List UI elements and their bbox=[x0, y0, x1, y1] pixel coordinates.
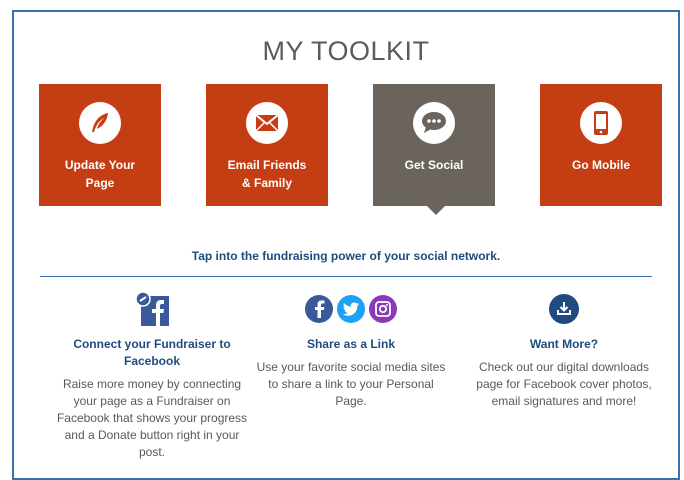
page-title: MY TOOLKIT bbox=[262, 36, 430, 66]
facebook-link-icon[interactable] bbox=[135, 291, 169, 326]
mobile-phone-icon bbox=[580, 102, 622, 144]
facebook-icon[interactable] bbox=[305, 295, 333, 323]
twitter-icon[interactable] bbox=[337, 295, 365, 323]
share-as-link-section: Share as a Link Use your favorite social… bbox=[251, 292, 451, 410]
tile-get-social[interactable]: Get Social bbox=[373, 84, 495, 206]
tile-email-friends[interactable]: Email Friends & Family bbox=[206, 84, 328, 206]
toolkit-panel: MY TOOLKIT Update Your Page Email Friend… bbox=[12, 10, 680, 480]
divider bbox=[40, 276, 652, 277]
connect-facebook-section: Connect your Fundraiser to Facebook Rais… bbox=[52, 291, 252, 461]
section-text: Use your favorite social media sites to … bbox=[256, 360, 446, 408]
section-title: Share as a Link bbox=[306, 337, 396, 351]
tile-label: Email Friends & Family bbox=[227, 158, 307, 190]
tile-label: Go Mobile bbox=[572, 158, 630, 172]
want-more-section: Want More? Check out our digital downloa… bbox=[464, 292, 664, 410]
envelope-icon bbox=[246, 102, 288, 144]
download-icon[interactable] bbox=[549, 294, 579, 324]
instagram-icon[interactable] bbox=[369, 295, 397, 323]
tile-update-your-page[interactable]: Update Your Page bbox=[39, 84, 161, 206]
quill-icon bbox=[79, 102, 121, 144]
tile-label: Get Social bbox=[404, 158, 464, 172]
chat-bubble-icon bbox=[413, 102, 455, 144]
section-title: Want More? bbox=[529, 337, 599, 351]
section-title: Connect your Fundraiser to Facebook bbox=[73, 337, 231, 368]
tile-go-mobile[interactable]: Go Mobile bbox=[540, 84, 662, 206]
section-tagline: Tap into the fundraising power of your s… bbox=[191, 249, 501, 263]
active-tile-pointer bbox=[427, 206, 445, 215]
section-text: Raise more money by connecting your page… bbox=[56, 377, 248, 459]
section-text: Check out our digital downloads page for… bbox=[476, 360, 652, 408]
tile-label: Update Your Page bbox=[64, 158, 136, 190]
